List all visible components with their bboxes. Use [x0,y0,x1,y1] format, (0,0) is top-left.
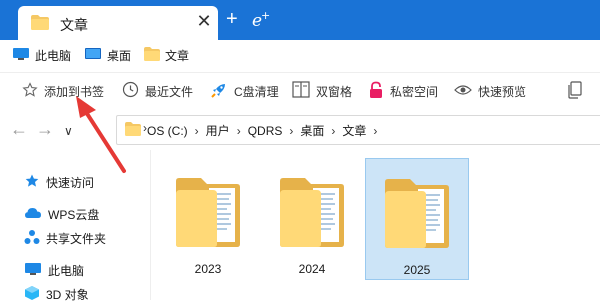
chevron-right-icon[interactable]: › [195,124,199,138]
c-drive-clean-label: C盘清理 [234,84,279,99]
tab-title: 文章 [60,17,88,33]
cube-icon [24,285,40,304]
private-space-button[interactable]: 私密空间 [368,81,438,101]
pc-icon [12,47,30,64]
sidebar: 快速访问 WPS云盘 共享文件夹 此电脑 3D 对象 [0,150,151,302]
chevron-right-icon[interactable]: › [331,124,335,138]
sidebar-item-label: 此电脑 [48,263,85,278]
toolbar: 添加到书签 最近文件 C盘清理 双窗格 私密空间 快速预览 [0,72,600,109]
breadcrumb: OS (C:) › 用户 › QDRS › 桌面 › 文章 › [147,122,377,139]
recent-files-button[interactable]: 最近文件 [122,81,193,101]
bookmark-label: 文章 [165,48,190,63]
folder-icon [144,46,160,64]
sidebar-item-label: 快速访问 [46,175,95,190]
browser-icon[interactable]: e + [250,9,272,34]
tab-wenzhang[interactable]: 文章 ✕ [18,6,218,40]
folder-icon [382,169,452,252]
bookmark-wenzhang[interactable]: 文章 [144,46,189,64]
new-tab-button[interactable]: + [226,9,238,29]
folder-item-2023[interactable]: 2023 [157,158,259,278]
back-arrow-icon[interactable]: ← [10,120,28,138]
crumb-user[interactable]: QDRS [248,124,283,138]
folder-item-2024[interactable]: 2024 [261,158,363,278]
share-icon [24,229,40,248]
bookmark-label: 此电脑 [35,48,72,63]
desktop-icon [84,47,102,64]
recent-files-label: 最近文件 [145,84,194,99]
lock-icon [368,81,384,102]
star-outline-icon [22,81,38,101]
sidebar-item-quick-access[interactable]: 快速访问 [24,172,94,192]
toolbar-overflow-button[interactable] [568,80,582,102]
star-icon [24,173,40,192]
folder-name: 2024 [298,262,326,276]
title-bar: 文章 ✕ + e + [0,0,600,40]
quick-preview-label: 快速预览 [478,84,527,99]
folder-item-2025[interactable]: 2025 [365,158,469,280]
sidebar-item-3d-objects[interactable]: 3D 对象 [24,284,89,304]
bookmark-this-pc[interactable]: 此电脑 [12,46,71,64]
crumb-wenzhang[interactable]: 文章 [342,122,366,139]
rocket-icon [210,81,228,102]
add-bookmark-label: 添加到书签 [44,84,105,99]
pc-icon [24,262,42,279]
address-row: ← → ∨ › OS (C:) › 用户 › QDRS › 桌面 › 文章 › [0,112,600,146]
add-bookmark-button[interactable]: 添加到书签 [22,81,104,101]
svg-text:+: + [261,9,270,22]
quick-preview-button[interactable]: 快速预览 [454,81,526,101]
sidebar-item-label: WPS云盘 [48,207,100,222]
copy-icon [568,80,582,102]
cloud-icon [24,206,42,223]
dual-pane-icon [292,81,310,101]
dual-pane-button[interactable]: 双窗格 [292,81,352,101]
close-tab-button[interactable]: ✕ [196,11,212,31]
chevron-right-icon[interactable]: › [289,124,293,138]
folder-icon [31,15,49,33]
clock-icon [122,81,139,101]
bookmarks-bar: 此电脑 桌面 文章 [0,40,600,70]
folder-name: 2023 [194,262,222,276]
sidebar-item-this-pc[interactable]: 此电脑 [24,260,84,280]
chevron-down-icon[interactable]: ∨ [64,122,73,140]
folder-icon [277,168,347,251]
sidebar-item-wps-cloud[interactable]: WPS云盘 [24,204,99,224]
folder-icon [125,122,141,139]
chevron-right-icon[interactable]: › [237,124,241,138]
eye-icon [454,83,472,100]
private-space-label: 私密空间 [390,84,439,99]
c-drive-clean-button[interactable]: C盘清理 [210,81,279,101]
bookmark-label: 桌面 [107,48,132,63]
crumb-desktop[interactable]: 桌面 [300,122,324,139]
bookmark-desktop[interactable]: 桌面 [84,46,131,64]
sidebar-item-shared-folder[interactable]: 共享文件夹 [24,228,106,248]
folder-name: 2025 [403,263,431,277]
folder-icon [173,168,243,251]
crumb-users[interactable]: 用户 [206,122,230,139]
address-bar[interactable]: › OS (C:) › 用户 › QDRS › 桌面 › 文章 › [116,115,600,145]
dual-pane-label: 双窗格 [316,84,353,99]
crumb-drive[interactable]: OS (C:) [147,124,188,138]
chevron-right-icon[interactable]: › [373,124,377,138]
forward-arrow-icon[interactable]: → [36,120,54,138]
sidebar-item-label: 共享文件夹 [46,231,107,246]
file-list: 2023 2024 2025 [151,150,600,300]
